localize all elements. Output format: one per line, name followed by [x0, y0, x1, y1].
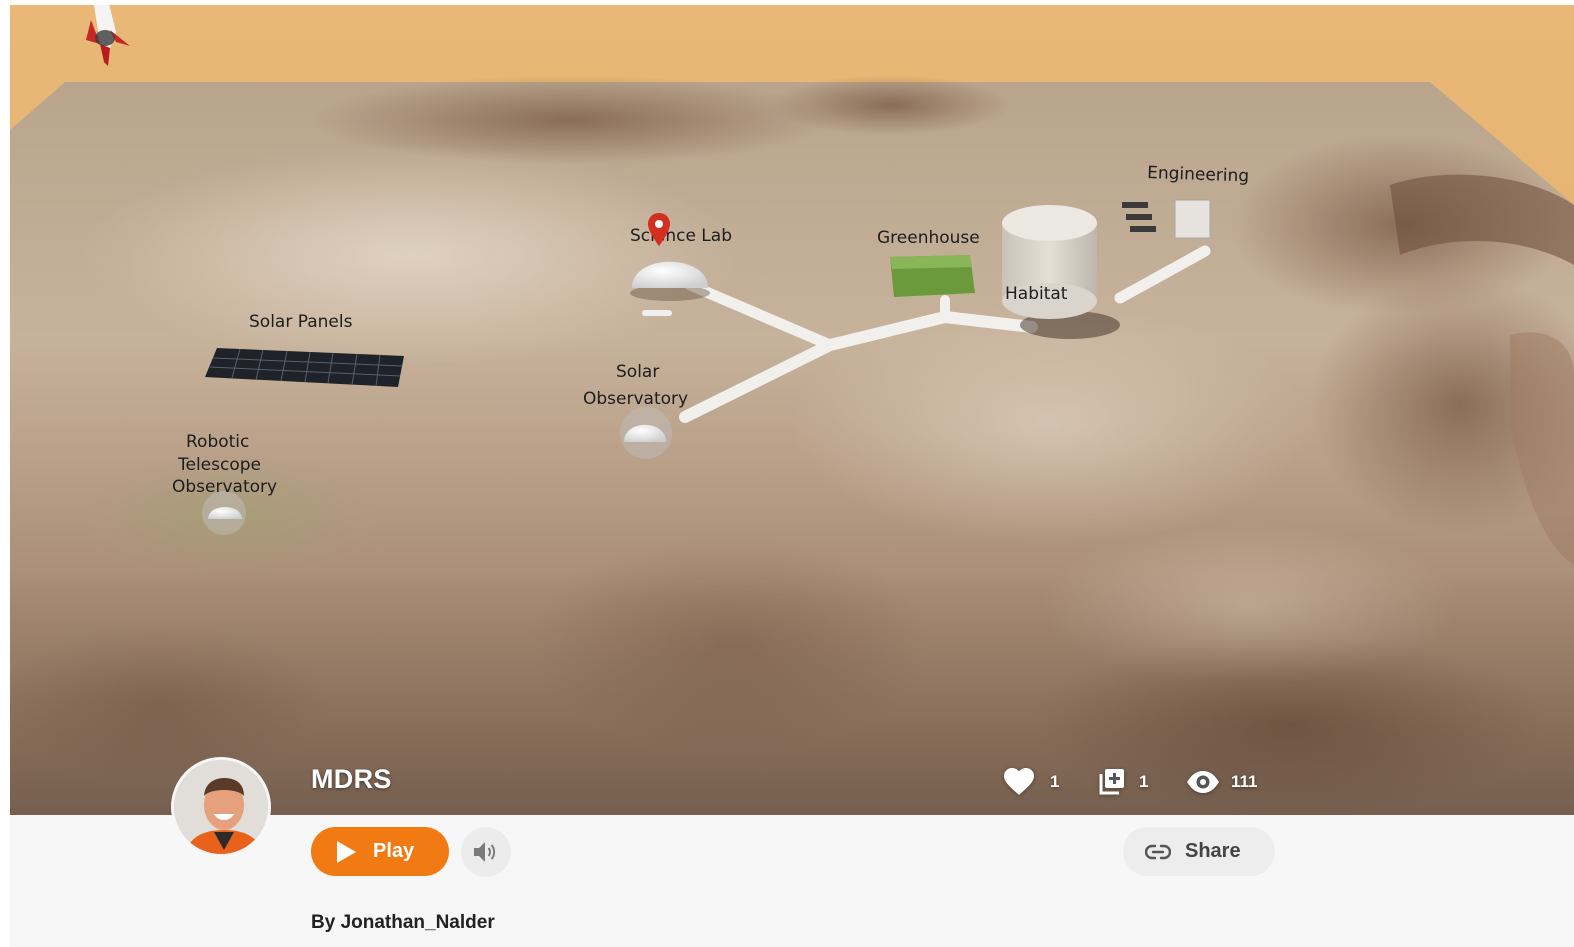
likes-count: 1 — [1050, 772, 1060, 791]
greenhouse-building — [890, 255, 975, 297]
label-robotic-line2: Telescope — [177, 455, 261, 475]
collects-stat[interactable]: 1 — [1097, 768, 1148, 796]
play-triangle-icon — [337, 840, 356, 863]
solar-observatory-dome — [620, 407, 672, 459]
add-to-collection-icon — [1099, 769, 1124, 795]
robotic-telescope-dome — [202, 491, 246, 535]
label-habitat: Habitat — [1005, 284, 1068, 304]
label-robotic-line1: Robotic — [186, 432, 249, 452]
tour-viewer[interactable]: Science Lab Greenhouse Engineering Habit… — [10, 5, 1574, 815]
label-robotic-line3: Observatory — [172, 477, 277, 497]
label-solar-observatory-line2: Observatory — [583, 389, 688, 409]
label-science-lab: Science Lab — [630, 226, 732, 246]
views-count: 111 — [1231, 772, 1258, 791]
label-engineering: Engineering — [1147, 163, 1250, 187]
collects-count: 1 — [1139, 772, 1149, 791]
avatar[interactable] — [171, 757, 271, 857]
views-stat: 111 — [1186, 768, 1258, 796]
eye-icon — [1187, 771, 1219, 793]
share-button[interactable]: Share — [1123, 827, 1275, 876]
play-button-label: Play — [373, 840, 415, 862]
terrain-scene[interactable]: Science Lab Greenhouse Engineering Habit… — [10, 5, 1574, 815]
play-button[interactable]: Play — [311, 827, 449, 876]
label-solar-observatory-line1: Solar — [616, 362, 659, 382]
author-byline[interactable]: By Jonathan_Nalder — [311, 912, 495, 934]
terrain-texture — [10, 5, 1574, 815]
tour-title: MDRS — [311, 764, 392, 794]
label-solar-panels: Solar Panels — [249, 312, 353, 332]
label-greenhouse: Greenhouse — [877, 228, 980, 248]
speaker-icon — [474, 842, 496, 862]
link-icon — [1145, 844, 1171, 859]
sound-toggle-button[interactable] — [461, 827, 511, 877]
heart-icon — [1004, 768, 1034, 795]
share-button-label: Share — [1185, 840, 1241, 862]
likes-stat[interactable]: 1 — [1003, 768, 1059, 796]
